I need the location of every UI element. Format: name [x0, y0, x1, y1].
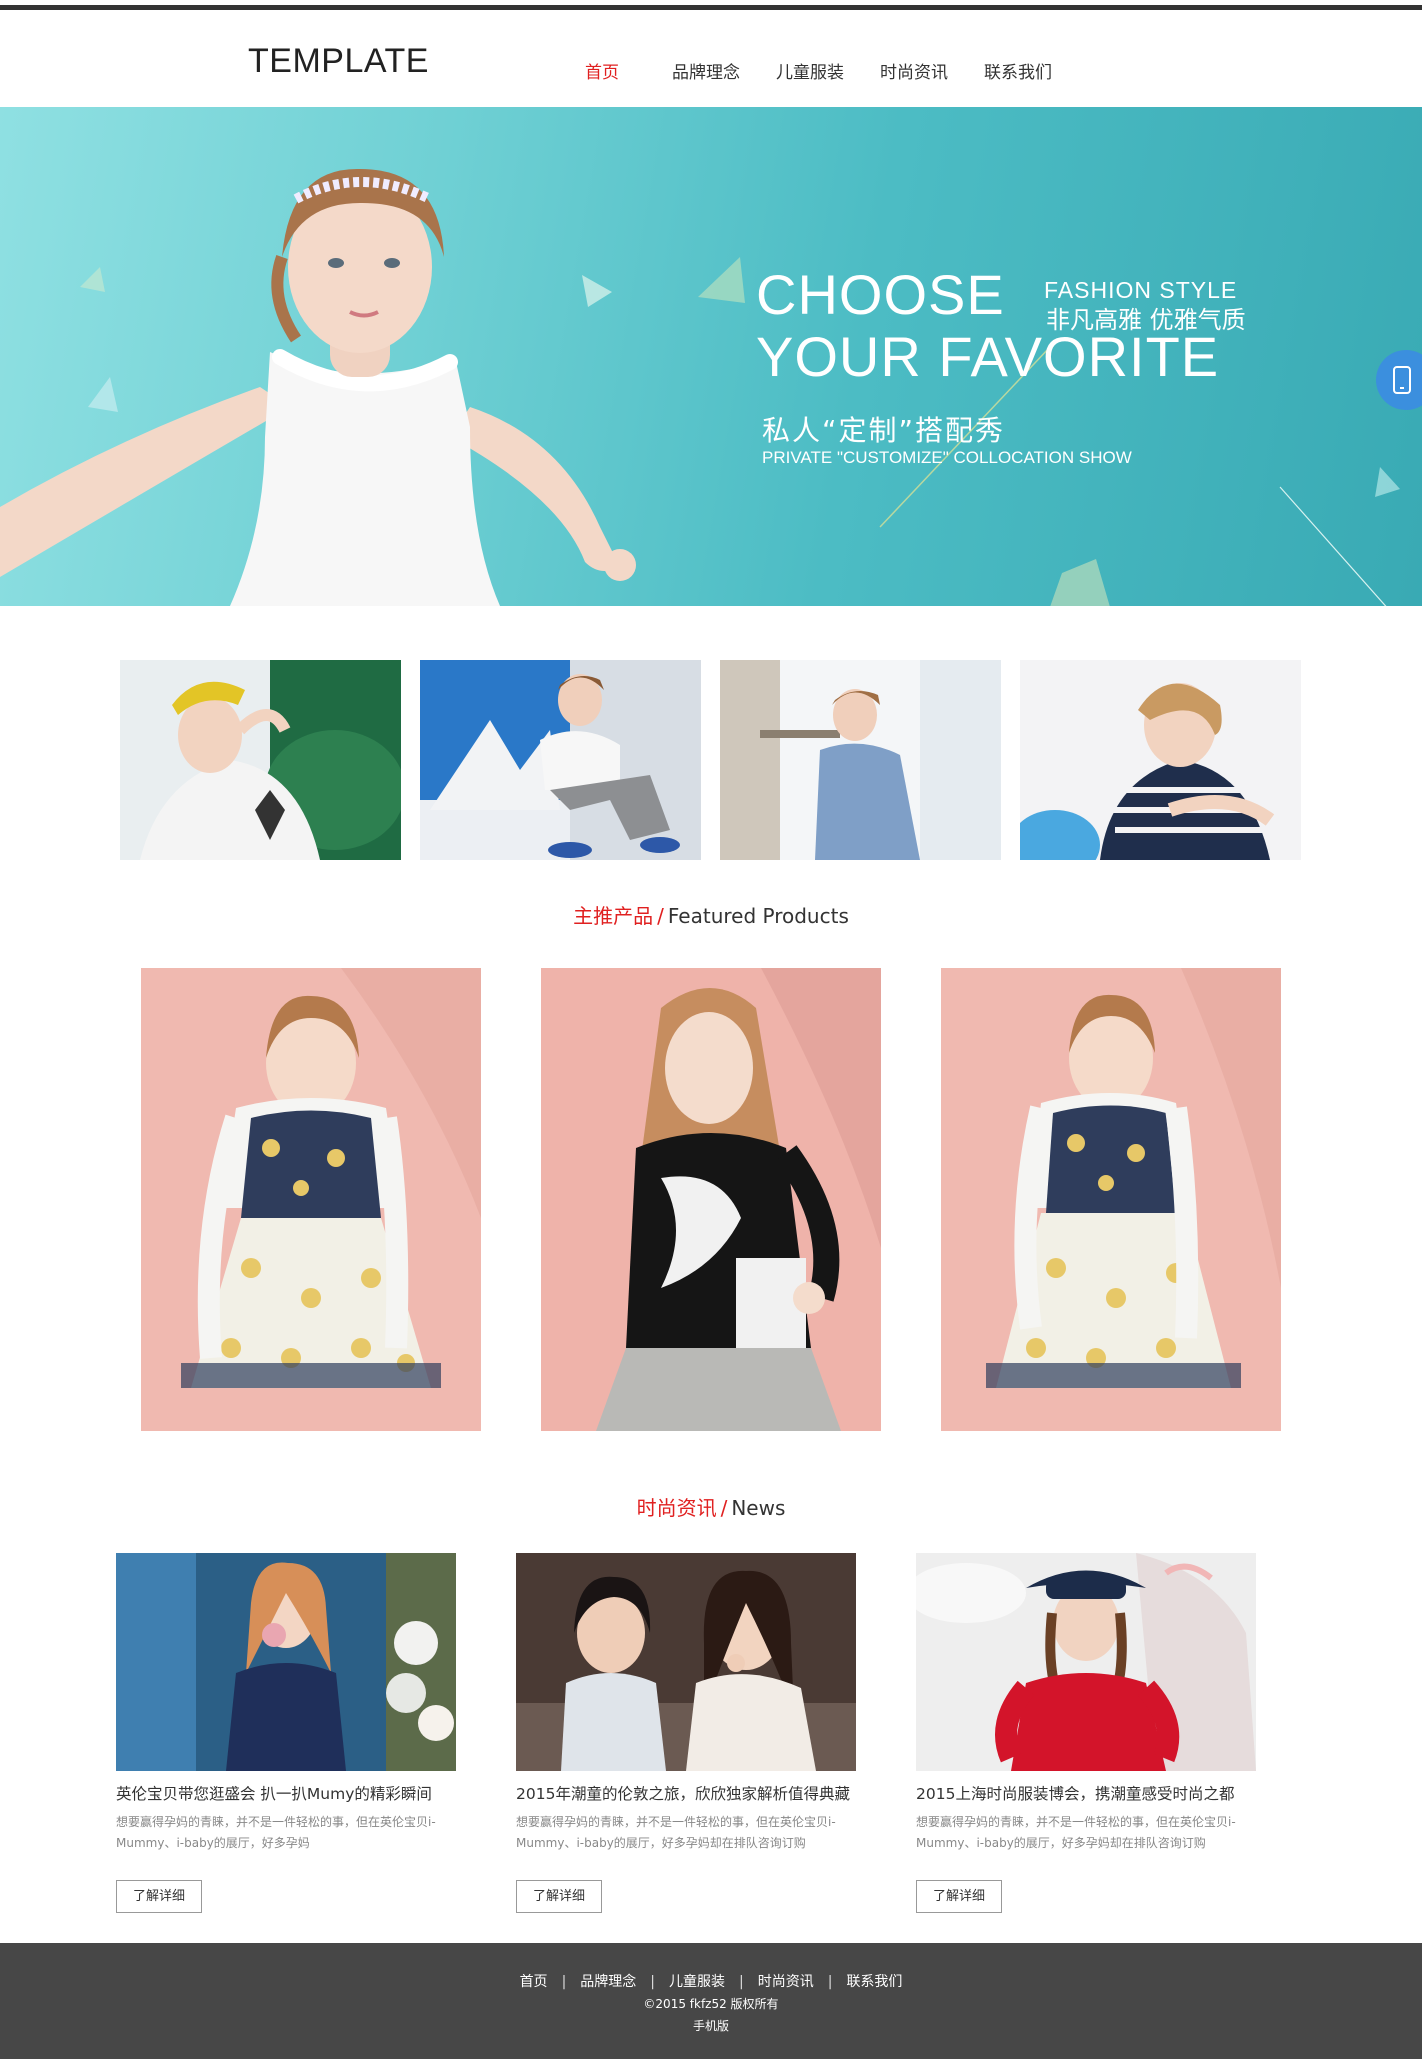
site-footer: 首页 | 品牌理念 | 儿童服装 | 时尚资讯 | 联系我们 ©2015 fkfz52 版权所有… — [0, 1943, 1422, 2059]
news-title[interactable]: 2015年潮童的伦敦之旅，欣欣独家解析值得典藏 — [516, 1782, 856, 1804]
news-item: 2015上海时尚服装博会，携潮童感受时尚之都 想要赢得孕妈的青睐，并不是一件轻松… — [916, 1553, 1256, 1913]
featured-title-en: Featured Products — [667, 904, 849, 928]
news-section-title: 时尚资讯 / News — [0, 1492, 1422, 1521]
nav-item-brand[interactable]: 品牌理念 — [654, 58, 758, 83]
product-card[interactable] — [941, 968, 1281, 1431]
nav-item-fashion-news[interactable]: 时尚资讯 — [862, 58, 966, 83]
product-card[interactable] — [541, 968, 881, 1431]
news-description: 想要赢得孕妈的青睐，并不是一件轻松的事，但在英伦宝贝i-Mummy、i-baby… — [116, 1815, 436, 1850]
banner-tagline-cn: 私人“定制”搭配秀 — [762, 414, 1006, 447]
read-more-button[interactable]: 了解详细 — [116, 1880, 203, 1913]
news-image[interactable] — [116, 1553, 456, 1771]
footer-separator: | — [827, 1974, 833, 1990]
news-photo — [916, 1553, 1256, 1771]
thumbnail-photo[interactable] — [720, 660, 1001, 860]
news-description: 想要赢得孕妈的青睐，并不是一件轻松的事，但在英伦宝贝i-Mummy、i-baby… — [916, 1815, 1236, 1850]
banner-tagline-en: PRIVATE "CUSTOMIZE" COLLOCATION SHOW — [762, 448, 1132, 467]
product-card[interactable] — [141, 968, 481, 1431]
news-description: 想要赢得孕妈的青睐，并不是一件轻松的事，但在英伦宝贝i-Mummy、i-baby… — [516, 1815, 836, 1850]
banner-girl-illustration — [0, 168, 636, 606]
nav-item-contact[interactable]: 联系我们 — [966, 58, 1070, 83]
thumbnail-photo[interactable] — [120, 660, 401, 860]
thumbnail-image — [120, 660, 401, 860]
featured-title-slash: / — [657, 904, 664, 928]
site-header: TEMPLATE 首页 品牌理念 儿童服装 时尚资讯 联系我们 — [0, 10, 1422, 105]
footer-mobile-link[interactable]: 手机版 — [0, 2017, 1422, 2034]
banner-fashion-style-cn: 非凡高雅 优雅气质 — [1046, 306, 1246, 334]
featured-products — [141, 968, 1281, 1431]
news-image[interactable] — [516, 1553, 856, 1771]
footer-link-contact[interactable]: 联系我们 — [846, 1974, 902, 1990]
news-list: 英伦宝贝带您逛盛会 扒一扒Mumy的精彩瞬间 想要赢得孕妈的青睐，并不是一件轻松… — [116, 1553, 1256, 1913]
mobile-phone-icon — [1393, 366, 1411, 394]
read-more-button[interactable]: 了解详细 — [516, 1880, 603, 1913]
news-photo — [116, 1553, 456, 1771]
read-more-button[interactable]: 了解详细 — [916, 1880, 1003, 1913]
footer-nav: 首页 | 品牌理念 | 儿童服装 | 时尚资讯 | 联系我们 — [0, 1971, 1422, 1991]
product-image — [941, 968, 1281, 1431]
thumbnail-strip — [120, 660, 1301, 860]
news-title[interactable]: 2015上海时尚服装博会，携潮童感受时尚之都 — [916, 1782, 1256, 1804]
site-logo[interactable]: TEMPLATE — [248, 42, 429, 81]
news-image[interactable] — [916, 1553, 1256, 1771]
hero-banner[interactable]: CHOOSE YOUR FAVORITE FASHION STYLE 非凡高雅 … — [0, 107, 1422, 606]
footer-link-kids-clothing[interactable]: 儿童服装 — [669, 1974, 725, 1990]
thumbnail-image — [1020, 660, 1301, 860]
news-title[interactable]: 英伦宝贝带您逛盛会 扒一扒Mumy的精彩瞬间 — [116, 1782, 456, 1804]
nav-item-kids-clothing[interactable]: 儿童服装 — [758, 58, 862, 83]
news-item: 2015年潮童的伦敦之旅，欣欣独家解析值得典藏 想要赢得孕妈的青睐，并不是一件轻… — [516, 1553, 856, 1913]
thumbnail-image — [420, 660, 701, 860]
footer-link-brand[interactable]: 品牌理念 — [580, 1974, 636, 1990]
product-image — [141, 968, 481, 1431]
news-photo — [516, 1553, 856, 1771]
nav-item-home[interactable]: 首页 — [550, 58, 654, 83]
news-title-cn: 时尚资讯 — [636, 1496, 717, 1520]
banner-headline-line2: YOUR FAVORITE — [756, 325, 1220, 388]
thumbnail-photo[interactable] — [420, 660, 701, 860]
footer-link-fashion-news[interactable]: 时尚资讯 — [758, 1974, 814, 1990]
banner-headline-line1: CHOOSE — [756, 263, 1005, 326]
footer-copyright: ©2015 fkfz52 版权所有 — [643, 1997, 779, 2011]
footer-separator: | — [650, 1974, 655, 1990]
thumbnail-image — [720, 660, 1001, 860]
footer-separator: | — [561, 1974, 567, 1990]
news-title-en: News — [731, 1496, 786, 1520]
featured-section-title: 主推产品 / Featured Products — [0, 900, 1422, 929]
news-item: 英伦宝贝带您逛盛会 扒一扒Mumy的精彩瞬间 想要赢得孕妈的青睐，并不是一件轻松… — [116, 1553, 456, 1913]
news-title-slash: / — [720, 1496, 728, 1520]
footer-link-home[interactable]: 首页 — [520, 1974, 548, 1990]
footer-separator: | — [739, 1974, 744, 1990]
main-nav: 首页 品牌理念 儿童服装 时尚资讯 联系我们 — [550, 58, 1070, 83]
featured-title-cn: 主推产品 — [573, 904, 654, 928]
product-image — [541, 968, 881, 1431]
thumbnail-photo[interactable] — [1020, 660, 1301, 860]
header-scalloped-edge — [0, 100, 1422, 110]
